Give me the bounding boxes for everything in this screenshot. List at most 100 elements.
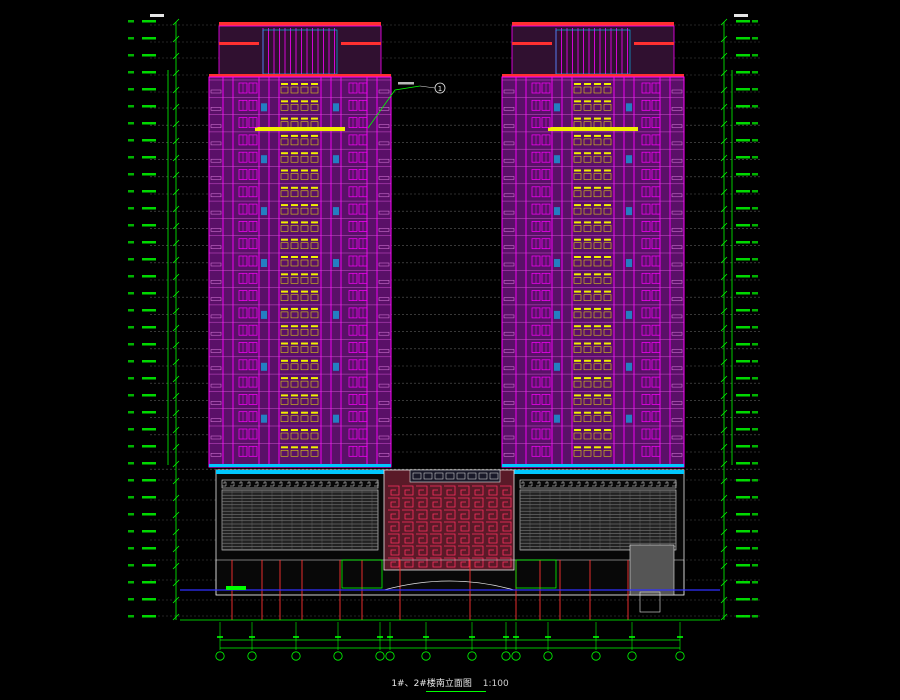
- floor-number: [128, 530, 134, 533]
- window: [604, 273, 611, 276]
- level-text: [736, 530, 750, 533]
- axis-dimension-text: [217, 636, 223, 638]
- window: [584, 238, 591, 241]
- window: [574, 221, 581, 224]
- axis-bubble-icon: [627, 651, 637, 661]
- axis-bubble-icon: [421, 651, 431, 661]
- axis-dimension-text: [677, 636, 683, 638]
- floor-number: [128, 496, 134, 499]
- roof-trim: [219, 42, 259, 45]
- glass-panel: [554, 414, 560, 423]
- window: [301, 325, 308, 328]
- roof-trim: [512, 42, 552, 45]
- window: [301, 429, 308, 431]
- floor-number: [752, 377, 758, 380]
- roof-cornice: [512, 22, 674, 26]
- window: [291, 411, 298, 414]
- window: [594, 394, 601, 397]
- level-text: [736, 394, 750, 397]
- window: [291, 134, 298, 137]
- window: [594, 152, 601, 155]
- window: [311, 186, 318, 189]
- floor-number: [752, 173, 758, 176]
- glass-panel: [261, 259, 267, 267]
- window: [291, 290, 298, 293]
- level-text: [736, 139, 750, 142]
- floor-number: [752, 598, 758, 601]
- window: [301, 446, 308, 449]
- level-text: [150, 14, 164, 17]
- drawing-title: 1#、2#楼南立面图: [391, 679, 472, 689]
- glass-panel: [554, 103, 560, 112]
- level-text: [736, 309, 750, 312]
- level-text: [142, 139, 156, 142]
- window: [604, 342, 611, 345]
- window: [584, 83, 591, 85]
- level-text: [736, 275, 750, 278]
- window: [584, 377, 591, 380]
- window: [301, 307, 308, 310]
- level-text: [142, 530, 156, 533]
- window: [281, 238, 288, 241]
- window: [594, 204, 601, 207]
- window: [584, 325, 591, 328]
- window: [291, 204, 298, 207]
- floor-number: [128, 445, 134, 448]
- level-text: [142, 377, 156, 380]
- level-text: [142, 71, 156, 74]
- floor-number: [752, 547, 758, 550]
- window: [301, 359, 308, 362]
- floor-number: [752, 71, 758, 74]
- window: [574, 394, 581, 397]
- window: [584, 411, 591, 414]
- window: [594, 307, 601, 310]
- level-text: [736, 598, 750, 601]
- glass-panel: [626, 362, 632, 371]
- window: [584, 100, 591, 103]
- window: [291, 221, 298, 224]
- window: [594, 117, 601, 120]
- level-text: [736, 326, 750, 329]
- window: [311, 221, 318, 224]
- roof-trim: [341, 42, 381, 45]
- level-text: [142, 156, 156, 159]
- window: [574, 377, 581, 380]
- window: [281, 359, 288, 362]
- level-text: [142, 37, 156, 40]
- floor-number: [128, 309, 134, 312]
- level-text: [142, 88, 156, 91]
- window: [594, 377, 601, 380]
- window: [281, 429, 288, 431]
- store-glazing: [629, 544, 675, 596]
- level-text: [736, 88, 750, 91]
- floor-number: [752, 326, 758, 329]
- axis-bubble-icon: [543, 651, 553, 661]
- window: [311, 307, 318, 310]
- glass-panel: [554, 155, 560, 164]
- floor-number: [752, 88, 758, 91]
- window: [281, 325, 288, 328]
- floor-number: [128, 275, 134, 278]
- level-text: [736, 445, 750, 448]
- signage-band: [409, 469, 501, 483]
- floor-number: [128, 292, 134, 295]
- axis-dimension-text: [503, 636, 509, 638]
- level-text: [736, 615, 750, 618]
- window: [604, 100, 611, 103]
- podium-elevation: [180, 469, 720, 621]
- floor-number: [752, 445, 758, 448]
- window: [574, 411, 581, 414]
- level-text: [142, 360, 156, 363]
- floor-number: [752, 122, 758, 125]
- drawing-caption: 1#、2#楼南立面图 1:100: [0, 676, 900, 692]
- window: [594, 134, 601, 137]
- window: [311, 342, 318, 345]
- level-text: [142, 428, 156, 431]
- floor-number: [128, 479, 134, 482]
- glass-panel: [554, 259, 560, 267]
- window: [311, 290, 318, 293]
- level-text: [736, 156, 750, 159]
- level-text: [142, 445, 156, 448]
- window: [574, 325, 581, 328]
- floor-number: [128, 54, 134, 57]
